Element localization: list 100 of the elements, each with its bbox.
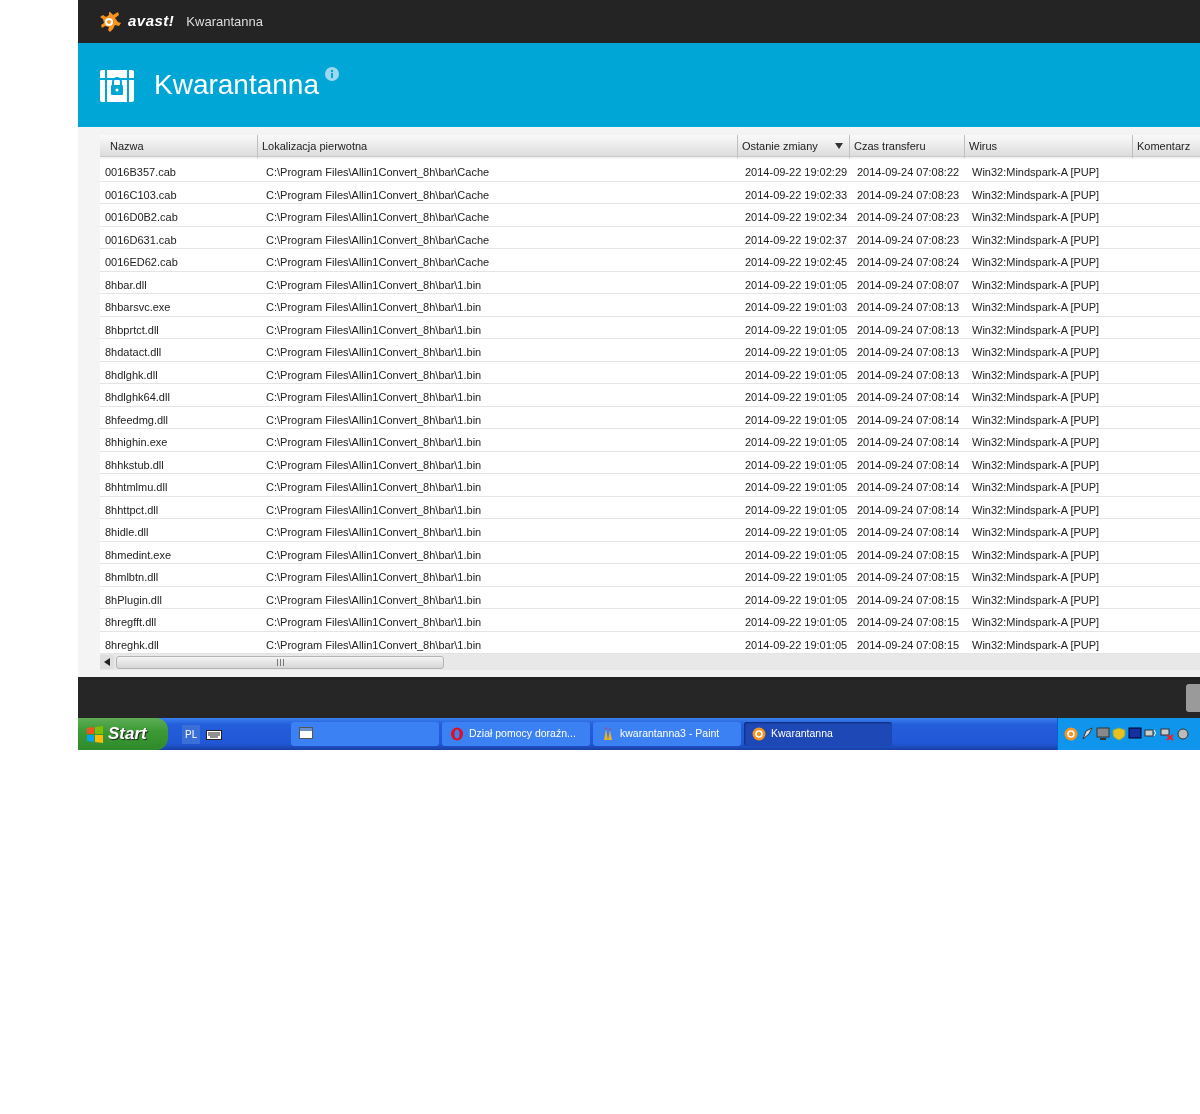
table-cell-text: 2014-09-22 19:02:29 — [744, 165, 849, 180]
monitor-icon[interactable] — [1096, 727, 1110, 741]
table-cell-text: C:\Program Files\Allin1Convert_8h\bar\1.bin — [265, 435, 483, 450]
taskbar-button[interactable]: Kwarantanna — [744, 722, 892, 746]
taskbar-button[interactable] — [291, 722, 439, 746]
column-header[interactable]: Lokalizacja pierwotna — [257, 135, 737, 158]
taskbar-button[interactable]: kwarantanna3 - Paint — [593, 722, 741, 746]
table-cell-text: C:\Program Files\Allin1Convert_8h\bar\Cache — [265, 232, 491, 248]
table-cell-text: Win32:Mindspark-A [PUP] — [971, 435, 1101, 450]
table-cell-text: C:\Program Files\Allin1Convert_8h\bar\Cache — [265, 210, 491, 225]
table-cell-text: 8hdlghk64.dll — [104, 390, 171, 405]
window-icon — [299, 727, 313, 741]
table-cell-text: 2014-09-24 07:08:13 — [856, 300, 961, 315]
table-cell-text: C:\Program Files\Allin1Convert_8h\bar\1.bin — [265, 480, 483, 495]
table-cell-text: 8hmlbtn.dll — [104, 570, 160, 585]
table-cell-text: 2014-09-22 19:01:05 — [744, 570, 849, 585]
table-cell-text: 2014-09-22 19:01:05 — [744, 412, 849, 428]
table-cell-text: 2014-09-22 19:02:33 — [744, 187, 849, 203]
table-cell-text: 2014-09-22 19:01:05 — [744, 457, 849, 473]
column-header[interactable]: Ostanie zmiany — [737, 135, 849, 158]
table-cell-text: 8hhighin.exe — [104, 435, 169, 450]
table-cell-text: 2014-09-24 07:08:13 — [856, 367, 961, 383]
table-cell-text: 8hhkstub.dll — [104, 457, 165, 473]
table-cell-text: Win32:Mindspark-A [PUP] — [971, 277, 1101, 293]
table-cell-text: 8hhtmlmu.dll — [104, 480, 169, 495]
table-cell-text: C:\Program Files\Allin1Convert_8h\bar\1.bin — [265, 592, 483, 608]
table-cell-text: 2014-09-22 19:01:05 — [744, 435, 849, 450]
table-cell-text: 2014-09-24 07:08:14 — [856, 435, 961, 450]
table-cell-text: 0016B357.cab — [104, 165, 177, 180]
network-error-icon[interactable] — [1160, 727, 1174, 741]
table-cell-text: C:\Program Files\Allin1Convert_8h\bar\Cache — [265, 255, 491, 270]
table-cell-text: 2014-09-24 07:08:15 — [856, 570, 961, 585]
table-cell-text: C:\Program Files\Allin1Convert_8h\bar\1.bin — [265, 502, 483, 518]
table-cell-text: 2014-09-22 19:01:05 — [744, 525, 849, 540]
table-cell-text: 0016D0B2.cab — [104, 210, 179, 225]
table-cell-text: 8hdatact.dll — [104, 345, 163, 360]
table-cell-text: 2014-09-24 07:08:22 — [856, 165, 961, 180]
table-cell-text: 2014-09-22 19:01:05 — [744, 547, 849, 563]
table-cell-text: Win32:Mindspark-A [PUP] — [971, 255, 1101, 270]
table-cell-text: C:\Program Files\Allin1Convert_8h\bar\1.bin — [265, 547, 483, 563]
table-cell-text: Win32:Mindspark-A [PUP] — [971, 187, 1101, 203]
table-cell-text: C:\Program Files\Allin1Convert_8h\bar\1.bin — [265, 525, 483, 540]
table-cell-text: Win32:Mindspark-A [PUP] — [971, 570, 1101, 585]
table-cell-text: Win32:Mindspark-A [PUP] — [971, 345, 1101, 360]
table-cell-text: Win32:Mindspark-A [PUP] — [971, 390, 1101, 405]
table-cell-text: Win32:Mindspark-A [PUP] — [971, 412, 1101, 428]
table-cell-text: 2014-09-22 19:02:34 — [744, 210, 849, 225]
column-header[interactable]: Komentarz — [1132, 135, 1200, 158]
table-cell-text: C:\Program Files\Allin1Convert_8h\bar\Cache — [265, 165, 491, 180]
table-cell-text: C:\Program Files\Allin1Convert_8h\bar\1.bin — [265, 367, 483, 383]
table-cell-text: C:\Program Files\Allin1Convert_8h\bar\1.bin — [265, 277, 483, 293]
table-cell-text: Win32:Mindspark-A [PUP] — [971, 547, 1101, 563]
table-cell-text: 8hregfft.dll — [104, 615, 158, 630]
browser-icon — [450, 727, 464, 741]
language-indicator[interactable]: PL — [182, 724, 201, 744]
table-cell-text: 2014-09-24 07:08:15 — [856, 547, 961, 563]
table-cell-text: Win32:Mindspark-A [PUP] — [971, 525, 1101, 540]
brushes-icon — [601, 727, 615, 741]
button[interactable] — [1186, 683, 1200, 712]
keyboard-icon[interactable] — [206, 728, 223, 740]
table-cell-text: C:\Program Files\Allin1Convert_8h\bar\1.bin — [265, 570, 483, 585]
column-header[interactable]: Nazwa — [100, 135, 257, 158]
table-cell-text: 8hhttpct.dll — [104, 502, 160, 518]
table-cell-text: Win32:Mindspark-A [PUP] — [971, 165, 1101, 180]
table-cell-text: 2014-09-22 19:01:05 — [744, 277, 849, 293]
table-cell-text: 2014-09-24 07:08:13 — [856, 345, 961, 360]
table-cell-text: 0016C103.cab — [104, 187, 178, 203]
table-cell-text: 2014-09-22 19:01:05 — [744, 615, 849, 630]
table-cell-text: 2014-09-22 19:01:05 — [744, 322, 849, 338]
table-cell-text: 8hmedint.exe — [104, 547, 173, 563]
table-cell-text: Win32:Mindspark-A [PUP] — [971, 592, 1101, 608]
left-arrow-icon[interactable] — [104, 658, 110, 666]
table-cell-text: C:\Program Files\Allin1Convert_8h\bar\1.bin — [265, 390, 483, 405]
start-button[interactable]: Start — [78, 718, 168, 750]
table-cell-text: 2014-09-24 07:08:14 — [856, 480, 961, 495]
table-cell-text: 2014-09-24 07:08:14 — [856, 457, 961, 473]
table-cell-text: 2014-09-24 07:08:23 — [856, 187, 961, 203]
monitor-icon[interactable] — [1128, 727, 1142, 741]
table-cell-text: 2014-09-22 19:01:03 — [744, 300, 849, 315]
table-cell-text: 2014-09-24 07:08:15 — [856, 637, 961, 653]
table-cell-text: 8hbar.dll — [104, 277, 148, 293]
column-header[interactable]: Wirus — [964, 135, 1132, 158]
table-cell-text: 2014-09-24 07:08:23 — [856, 210, 961, 225]
grip-icon — [276, 658, 284, 666]
table-cell-text: 2014-09-22 19:01:05 — [744, 390, 849, 405]
logo-text: avast! — [128, 11, 175, 32]
table-cell-text: 8hreghk.dll — [104, 637, 160, 653]
table-cell-text: Win32:Mindspark-A [PUP] — [971, 457, 1101, 473]
table-cell-text: C:\Program Files\Allin1Convert_8h\bar\1.bin — [265, 345, 483, 360]
horizontal-scrollbar[interactable] — [100, 654, 1200, 670]
table-cell-text: 2014-09-24 07:08:24 — [856, 255, 961, 270]
table-cell-text: 2014-09-22 19:02:45 — [744, 255, 849, 270]
table-cell-text: 8hbprtct.dll — [104, 322, 160, 338]
column-header[interactable]: Czas transferu — [849, 135, 964, 158]
taskbar-button[interactable]: Dział pomocy doraźn... — [442, 722, 590, 746]
table-cell-text: Win32:Mindspark-A [PUP] — [971, 232, 1101, 248]
table-cell-text: 2014-09-24 07:08:14 — [856, 525, 961, 540]
table-cell-text: C:\Program Files\Allin1Convert_8h\bar\1.bin — [265, 615, 483, 630]
table-cell-text: 2014-09-24 07:08:07 — [856, 277, 961, 293]
table-cell-text: 8hdlghk.dll — [104, 367, 159, 383]
